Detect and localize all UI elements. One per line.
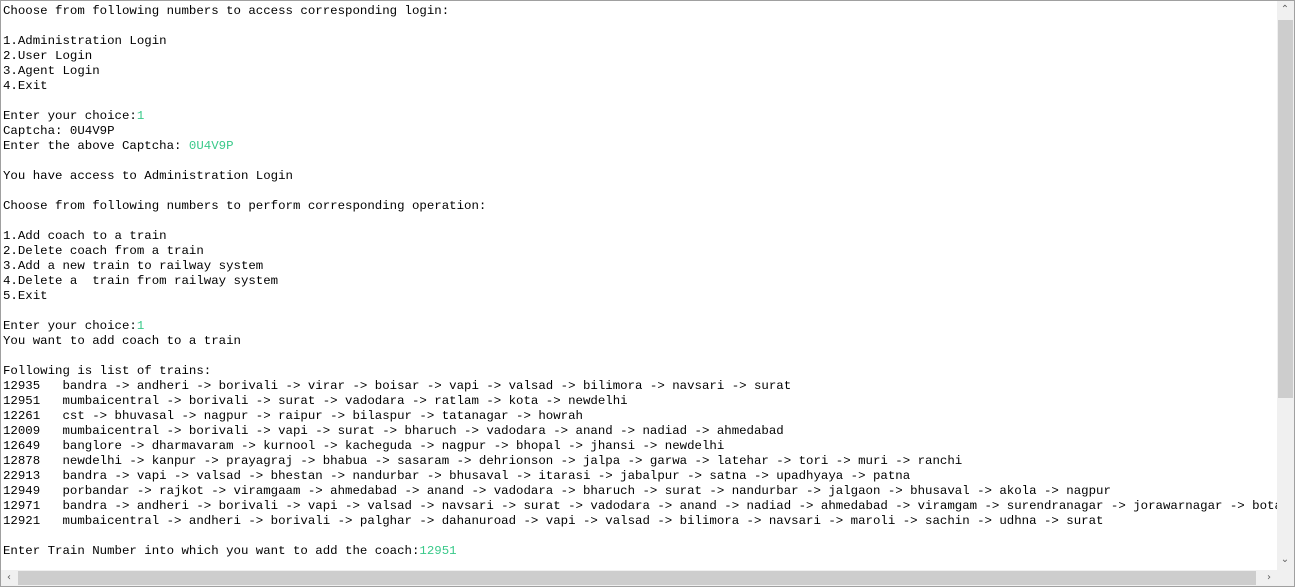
console-text: 12949 porbandar -> rajkot -> viramgaam -… [3,484,1111,498]
console-line: 2.User Login [3,49,1277,64]
console-line: 12971 bandra -> andheri -> borivali -> v… [3,499,1277,514]
console-text: You have access to Administration Login [3,169,293,183]
console-text: 1.Administration Login [3,34,167,48]
console-line: 12649 banglore -> dharmavaram -> kurnool… [3,439,1277,454]
console-line: Enter your choice:1 [3,319,1277,334]
console-line: 1.Add coach to a train [3,229,1277,244]
console-line: 12935 bandra -> andheri -> borivali -> v… [3,379,1277,394]
console-text: 4.Delete a train from railway system [3,274,279,288]
user-input-text: 0U4V9P [188,139,234,153]
scrollbar-corner [1277,570,1294,586]
vertical-scrollbar[interactable]: ⌃ ⌄ [1277,1,1294,570]
console-text: Captcha: 0U4V9P [3,124,115,138]
console-line: 4.Delete a train from railway system [3,274,1277,289]
console-line: 2.Delete coach from a train [3,244,1277,259]
console-text: 1.Add coach to a train [3,229,167,243]
user-input-text: 12951 [419,544,457,558]
console-line: Enter your choice:1 [3,109,1277,124]
console-line: Captcha: 0U4V9P [3,124,1277,139]
console-line: 12878 newdelhi -> kanpur -> prayagraj ->… [3,454,1277,469]
console-output[interactable]: Choose from following numbers to access … [3,4,1277,570]
console-text: 12921 mumbaicentral -> andheri -> boriva… [3,514,1104,528]
horizontal-scrollbar-thumb[interactable] [18,571,1256,585]
chevron-left-icon[interactable]: ‹ [1,570,17,586]
console-text: 12261 cst -> bhuvasal -> nagpur -> raipu… [3,409,583,423]
user-input-text: 1 [136,109,145,123]
console-line: 12949 porbandar -> rajkot -> viramgaam -… [3,484,1277,499]
console-text: 12971 bandra -> andheri -> borivali -> v… [3,499,1277,513]
chevron-up-icon[interactable]: ⌃ [1277,2,1293,18]
console-line: You want to add coach to a train [3,334,1277,349]
console-text: 2.User Login [3,49,93,63]
console-line: 5.Exit [3,289,1277,304]
console-line: 3.Add a new train to railway system [3,259,1277,274]
horizontal-scrollbar[interactable]: ‹ › [1,570,1277,586]
console-text: Enter your choice: [3,109,137,123]
console-text: Enter the above Captcha: [3,139,189,153]
console-text: 12951 mumbaicentral -> borivali -> surat… [3,394,628,408]
console-text: Enter your choice: [3,319,137,333]
console-line: 4.Exit [3,79,1277,94]
console-text: Enter Train Number into which you want t… [3,544,420,558]
console-text: 12935 bandra -> andheri -> borivali -> v… [3,379,792,393]
console-line: 12261 cst -> bhuvasal -> nagpur -> raipu… [3,409,1277,424]
console-line: Enter Train Number into which you want t… [3,544,1277,559]
console-line: 3.Agent Login [3,64,1277,79]
chevron-right-icon[interactable]: › [1261,570,1277,586]
console-text: 12009 mumbaicentral -> borivali -> vapi … [3,424,784,438]
console-line: Following is list of trains: [3,364,1277,379]
console-text: 3.Add a new train to railway system [3,259,264,273]
console-text: 12878 newdelhi -> kanpur -> prayagraj ->… [3,454,963,468]
console-line: 22913 bandra -> vapi -> valsad -> bhesta… [3,469,1277,484]
console-line: 12009 mumbaicentral -> borivali -> vapi … [3,424,1277,439]
console-text: 3.Agent Login [3,64,100,78]
console-text: 5.Exit [3,289,48,303]
console-text: 22913 bandra -> vapi -> valsad -> bhesta… [3,469,911,483]
console-text: 2.Delete coach from a train [3,244,204,258]
console-line: Enter the above Captcha: 0U4V9P [3,139,1277,154]
console-text: Following is list of trains: [3,364,212,378]
console-line: 12921 mumbaicentral -> andheri -> boriva… [3,514,1277,529]
vertical-scrollbar-thumb[interactable] [1278,20,1293,398]
console-line: Choose from following numbers to access … [3,4,1277,19]
console-text: You want to add coach to a train [3,334,241,348]
console-text: Choose from following numbers to access … [3,4,450,18]
console-text: 12649 banglore -> dharmavaram -> kurnool… [3,439,725,453]
console-line: 12951 mumbaicentral -> borivali -> surat… [3,394,1277,409]
console-line: 1.Administration Login [3,34,1277,49]
console-line: Choose from following numbers to perform… [3,199,1277,214]
user-input-text: 1 [136,319,145,333]
console-text: 4.Exit [3,79,48,93]
console-line: You have access to Administration Login [3,169,1277,184]
chevron-down-icon[interactable]: ⌄ [1277,552,1293,568]
console-text: Choose from following numbers to perform… [3,199,487,213]
